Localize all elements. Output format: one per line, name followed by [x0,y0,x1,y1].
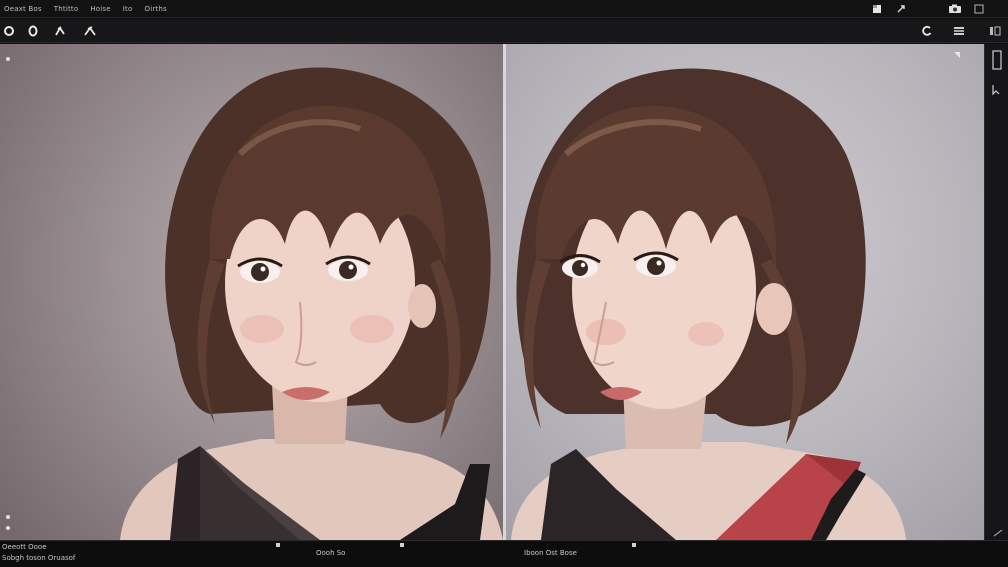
rotate-icon[interactable] [918,22,936,40]
canvas-right[interactable] [506,44,984,540]
marker-icon [400,543,404,547]
canvas-left[interactable] [0,44,503,540]
portrait-image-left [6,57,503,540]
panel-toggle-icon[interactable] [986,22,1004,40]
status-center: Oooh So [316,549,346,557]
menu-bar: Oeaxt Bos Thtitto Hoise Ito Oirths [0,0,1008,18]
pin-icon[interactable] [892,0,910,18]
status-left-top: Oeeott Oooe [2,543,47,551]
lasso-tool-icon[interactable] [24,22,42,40]
menu-image[interactable]: Ito [123,5,133,13]
menu-right-icons [862,0,1008,18]
status-left-bottom: Sobgh toson Oruasof [2,554,76,562]
status-bar: Oeeott Oooe Sobgh toson Oruasof Oooh So … [0,540,1008,567]
menu-view[interactable]: Hoise [90,5,110,13]
arrow-tool-icon[interactable] [51,22,69,40]
panel-icon[interactable] [992,50,1002,70]
layers-icon[interactable] [950,22,968,40]
window-icon[interactable] [970,0,988,18]
marker-icon [632,543,636,547]
right-side-rail [984,44,1008,540]
resize-grip-icon[interactable] [993,529,1003,537]
menu-options[interactable]: Oirths [145,5,167,13]
camera-icon[interactable] [946,0,964,18]
menu-file[interactable]: Oeaxt Bos [4,5,42,13]
status-right: Iboon Ost Bose [524,549,577,557]
portrait-image-right [511,52,960,540]
circle-tool-icon[interactable] [0,22,18,40]
document-icon[interactable] [868,0,886,18]
cursor-icon[interactable] [991,84,1001,96]
marker-icon [276,543,280,547]
menu-edit[interactable]: Thtitto [54,5,79,13]
toolbar [0,19,1008,43]
move-tool-icon[interactable] [81,22,99,40]
